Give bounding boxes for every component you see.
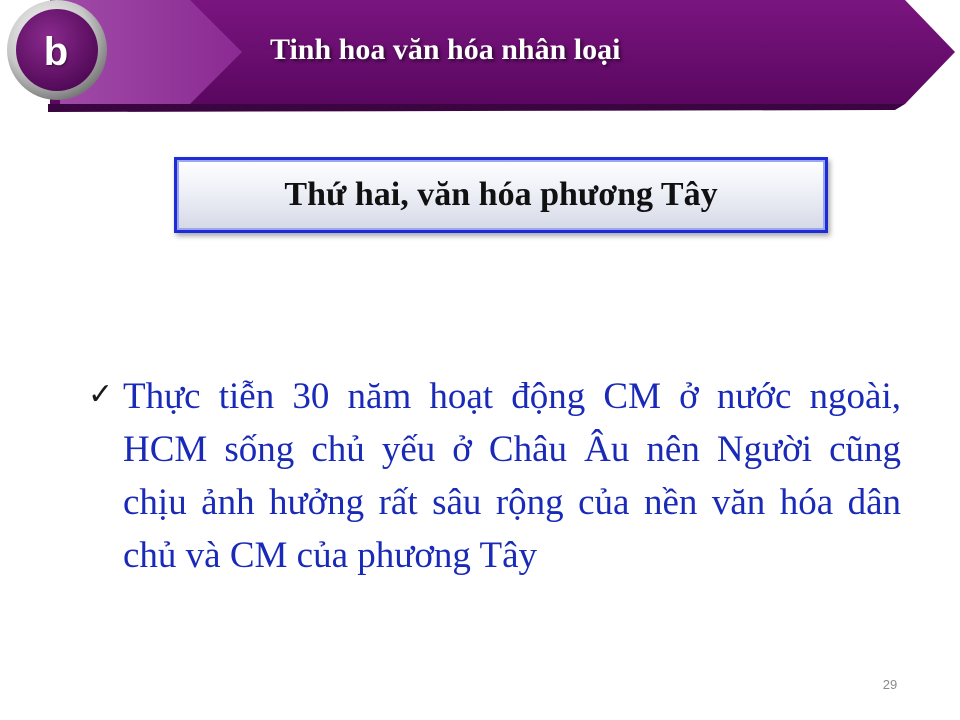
subtitle-box: Thứ hai, văn hóa phương Tây [174,157,828,233]
slide-title: Tinh hoa văn hóa nhân loại [270,33,621,66]
subtitle-text: Thứ hai, văn hóa phương Tây [284,176,718,213]
page-number: 29 [882,677,898,692]
section-badge: b [43,29,69,74]
bullet-text: Thực tiễn 30 năm hoạt động CM ở nước ngo… [123,376,901,576]
checkmark-icon: ✓ [88,377,114,412]
